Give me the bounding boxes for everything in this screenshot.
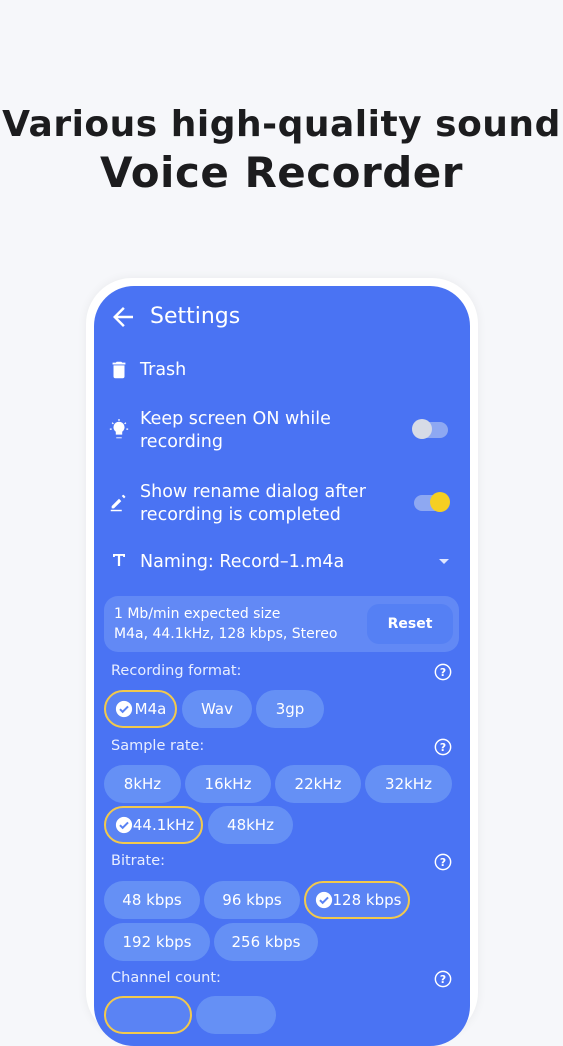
sample-rate-chip-44khz[interactable]: 44.1kHz (104, 806, 203, 844)
app-bar: Settings (94, 286, 470, 348)
sample-rate-chip-8khz[interactable]: 8kHz (104, 765, 181, 803)
sample-rate-chip-16khz[interactable]: 16kHz (185, 765, 271, 803)
keep-screen-on-row[interactable]: Keep screen ON while recording (94, 406, 470, 456)
sample-rate-label: Sample rate: (111, 738, 205, 754)
naming-row[interactable]: Naming: Record–1.m4a (94, 548, 470, 578)
rename-dialog-toggle[interactable] (414, 492, 450, 512)
keep-screen-on-label-1: Keep screen ON while (140, 409, 331, 429)
bitrate-label: Bitrate: (111, 853, 165, 869)
svg-text:?: ? (440, 666, 446, 679)
trash-label: Trash (140, 360, 187, 380)
pencil-icon (110, 494, 126, 512)
expected-size-text: 1 Mb/min expected size (114, 606, 281, 622)
bitrate-chip-128[interactable]: 128 kbps (304, 881, 410, 919)
reset-button[interactable]: Reset (367, 604, 453, 644)
trash-row[interactable]: Trash (94, 356, 470, 388)
svg-text:?: ? (440, 973, 446, 986)
svg-text:?: ? (440, 741, 446, 754)
headline-line-1: Various high-quality sound (2, 104, 561, 145)
chip-label: 44.1kHz (132, 816, 195, 834)
keep-screen-on-label-2: recording (140, 432, 223, 452)
format-chip-wav[interactable]: Wav (182, 690, 252, 728)
bitrate-chip-48[interactable]: 48 kbps (104, 881, 200, 919)
format-summary-text: M4a, 44.1kHz, 128 kbps, Stereo (114, 626, 338, 642)
bitrate-chip-192[interactable]: 192 kbps (104, 923, 210, 961)
recording-format-label: Recording format: (111, 663, 242, 679)
chip-label: 128 kbps (332, 891, 402, 909)
rename-dialog-row[interactable]: Show rename dialog after recording is co… (94, 479, 470, 529)
bitrate-chip-256[interactable]: 256 kbps (214, 923, 318, 961)
sample-rate-chip-22khz[interactable]: 22kHz (275, 765, 361, 803)
back-arrow-icon[interactable] (108, 302, 138, 332)
check-circle-icon (115, 816, 133, 834)
toggle-knob (412, 419, 432, 439)
channel-chip-partial[interactable] (196, 996, 276, 1034)
bitrate-chip-96[interactable]: 96 kbps (204, 881, 300, 919)
page-title: Settings (150, 304, 241, 329)
lightbulb-icon (109, 419, 129, 439)
trash-icon (112, 361, 126, 379)
recording-info-card: 1 Mb/min expected size M4a, 44.1kHz, 128… (104, 596, 459, 652)
svg-text:?: ? (440, 856, 446, 869)
format-chip-m4a[interactable]: M4a (104, 690, 177, 728)
format-chip-3gp[interactable]: 3gp (256, 690, 324, 728)
channel-count-label: Channel count: (111, 970, 221, 986)
help-icon[interactable]: ? (434, 853, 452, 871)
toggle-knob (430, 492, 450, 512)
check-circle-icon (315, 891, 333, 909)
sample-rate-chip-32khz[interactable]: 32kHz (365, 765, 452, 803)
rename-dialog-label-1: Show rename dialog after (140, 482, 366, 502)
naming-label: Naming: Record–1.m4a (140, 552, 345, 572)
help-icon[interactable]: ? (434, 738, 452, 756)
help-icon[interactable]: ? (434, 970, 452, 988)
settings-screen: Settings Trash Keep screen ON while reco… (94, 286, 470, 1046)
text-format-icon (113, 554, 125, 566)
rename-dialog-label-2: recording is completed (140, 505, 341, 525)
channel-chip-selected-partial[interactable] (104, 996, 192, 1034)
chip-label: M4a (134, 700, 167, 718)
chevron-down-icon[interactable] (438, 558, 450, 566)
headline-line-2: Voice Recorder (99, 148, 463, 197)
keep-screen-on-toggle[interactable] (412, 419, 448, 439)
help-icon[interactable]: ? (434, 663, 452, 681)
check-circle-icon (115, 700, 133, 718)
sample-rate-chip-48khz[interactable]: 48kHz (208, 806, 293, 844)
